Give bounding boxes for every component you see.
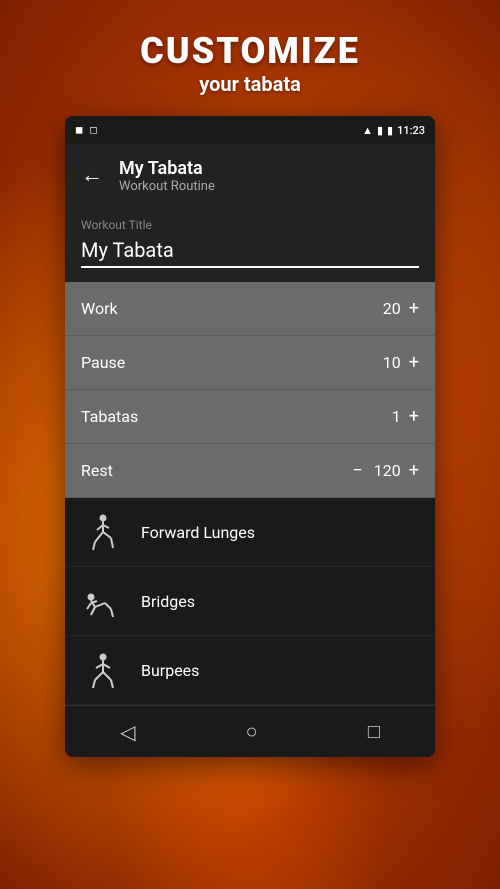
setting-row-rest: Rest − 120 + — [65, 444, 435, 498]
settings-section: Work 20 + Pause 10 + Tabatas 1 + Rest — [65, 282, 435, 498]
exercise-name-burpees: Burpees — [141, 661, 199, 680]
app-bar-title: My Tabata — [119, 158, 215, 179]
exercise-row-lunges[interactable]: Forward Lunges — [65, 498, 435, 567]
customize-title: CUSTOMIZE — [0, 30, 500, 72]
status-bar: ◼ ◻ ▲ ▮ ▮ 11:23 — [65, 116, 435, 144]
setting-row-tabatas: Tabatas 1 + — [65, 390, 435, 444]
setting-label-rest: Rest — [81, 461, 113, 480]
header-section: CUSTOMIZE your tabata — [0, 0, 500, 116]
workout-title-input[interactable]: My Tabata — [81, 238, 419, 268]
nav-home-button[interactable]: ○ — [226, 711, 278, 752]
app-bar-title-group: My Tabata Workout Routine — [119, 158, 215, 194]
burpees-icon — [81, 648, 125, 692]
status-right-icons: ▲ ▮ ▮ 11:23 — [362, 124, 425, 137]
nav-back-button[interactable]: ◁ — [100, 712, 155, 752]
setting-label-work: Work — [81, 299, 118, 318]
battery-icon: ▮ — [387, 124, 393, 137]
time-display: 11:23 — [397, 124, 425, 137]
header-subtitle: your tabata — [0, 72, 500, 96]
setting-value-work: 20 — [371, 299, 401, 318]
wifi-icon: ▲ — [362, 124, 373, 137]
setting-value-rest: 120 — [371, 461, 401, 480]
setting-controls-pause: 10 + — [371, 352, 419, 373]
status-left-icons: ◼ ◻ — [75, 125, 98, 136]
setting-value-pause: 10 — [371, 353, 401, 372]
image-icon: ◼ — [75, 125, 83, 136]
exercise-name-bridges: Bridges — [141, 592, 195, 611]
signal-icon: ▮ — [377, 124, 383, 137]
exercise-row-burpees[interactable]: Burpees — [65, 636, 435, 705]
setting-controls-rest: − 120 + — [352, 460, 419, 481]
calendar-icon: ◻ — [89, 125, 97, 136]
exercise-section: Forward Lunges Bridges — [65, 498, 435, 705]
app-bar-subtitle: Workout Routine — [119, 179, 215, 194]
setting-value-tabatas: 1 — [371, 407, 401, 426]
tabatas-plus-button[interactable]: + — [409, 406, 419, 427]
workout-title-label: Workout Title — [81, 218, 419, 232]
workout-title-section: Workout Title My Tabata — [65, 208, 435, 282]
setting-row-pause: Pause 10 + — [65, 336, 435, 390]
setting-row-work: Work 20 + — [65, 282, 435, 336]
nav-recents-button[interactable]: □ — [348, 711, 400, 752]
setting-controls-tabatas: 1 + — [371, 406, 419, 427]
back-button[interactable]: ← — [81, 165, 103, 187]
exercise-name-lunges: Forward Lunges — [141, 523, 255, 542]
app-bar: ← My Tabata Workout Routine — [65, 144, 435, 208]
rest-plus-button[interactable]: + — [409, 460, 419, 481]
nav-bar: ◁ ○ □ — [65, 705, 435, 757]
pause-plus-button[interactable]: + — [409, 352, 419, 373]
lunges-icon — [81, 510, 125, 554]
setting-label-tabatas: Tabatas — [81, 407, 138, 426]
exercise-row-bridges[interactable]: Bridges — [65, 567, 435, 636]
phone-frame: ◼ ◻ ▲ ▮ ▮ 11:23 ← My Tabata Workout Rout… — [65, 116, 435, 757]
setting-controls-work: 20 + — [371, 298, 419, 319]
setting-label-pause: Pause — [81, 353, 125, 372]
bridges-icon — [81, 579, 125, 623]
rest-minus-button[interactable]: − — [352, 460, 362, 481]
work-plus-button[interactable]: + — [409, 298, 419, 319]
